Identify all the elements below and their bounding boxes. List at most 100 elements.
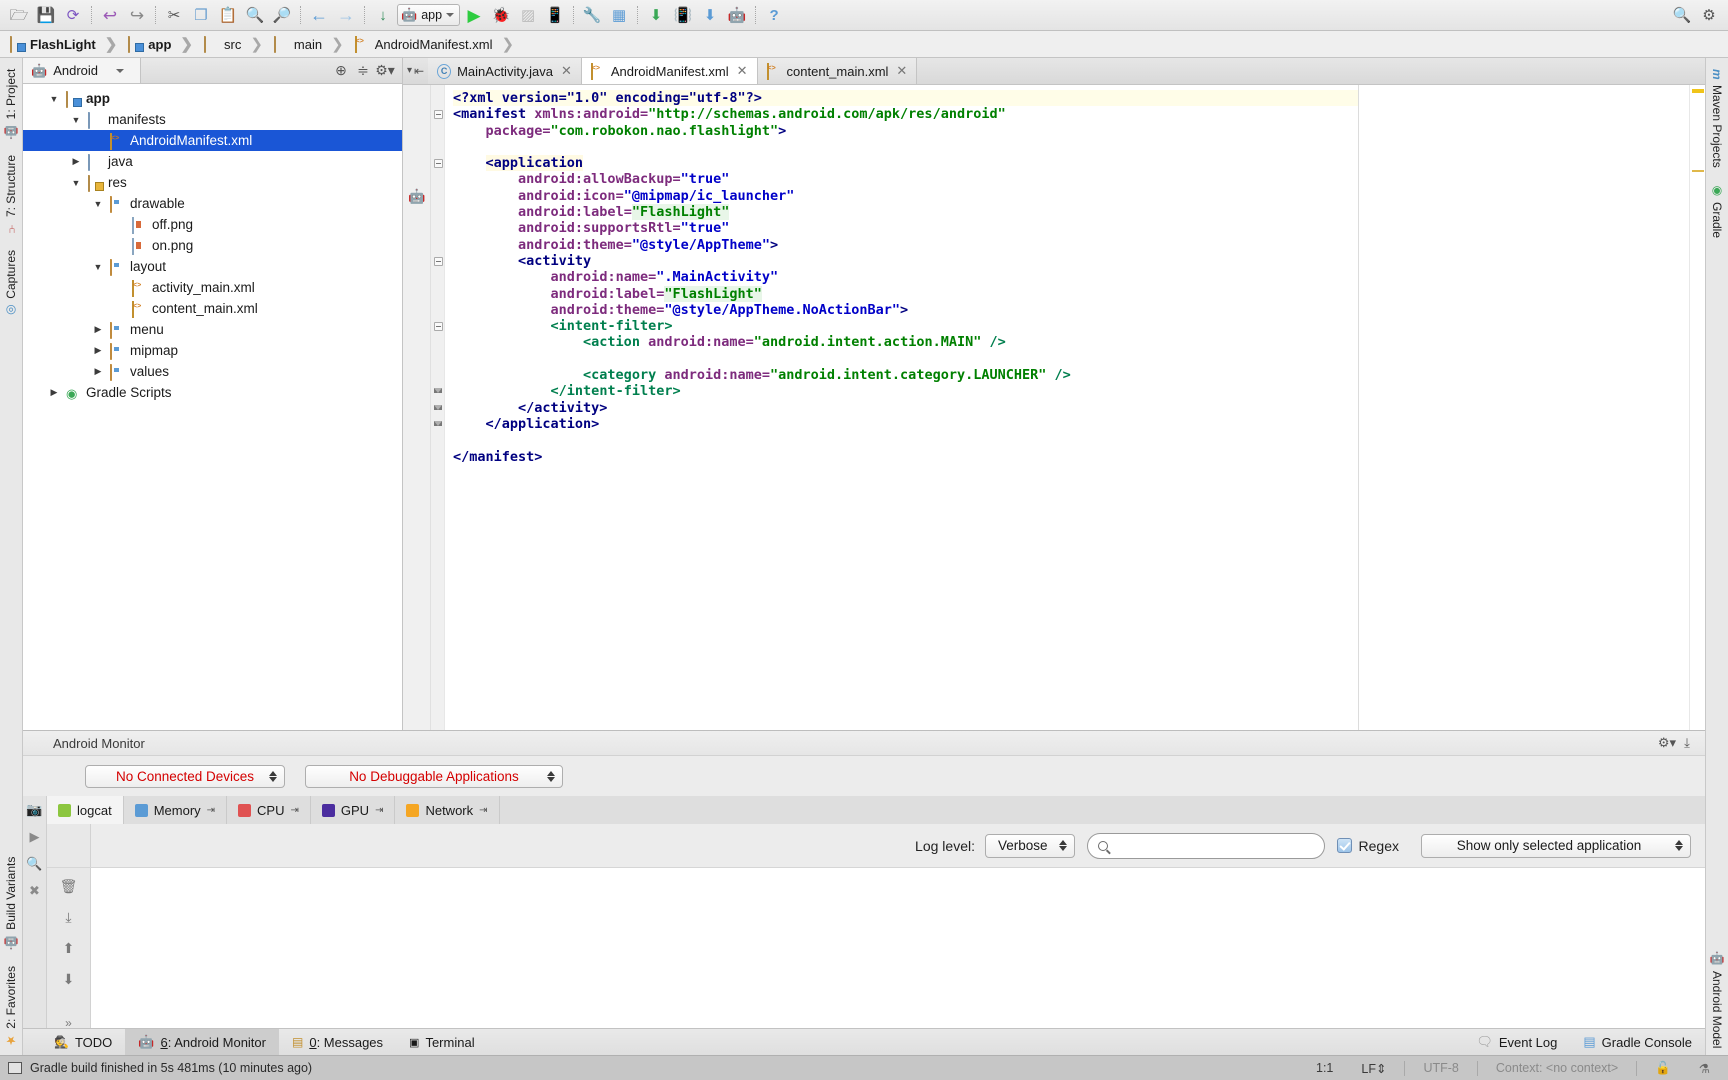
monitor-tab-memory[interactable]: Memory ⇥ — [123, 796, 228, 824]
help-icon[interactable]: ? — [761, 3, 787, 28]
code-line[interactable]: <activity — [453, 253, 1358, 269]
tree-twisty-icon[interactable]: ▼ — [69, 115, 83, 125]
tree-node[interactable]: content_main.xml — [23, 298, 402, 319]
detach-icon[interactable]: ⇥ — [375, 805, 383, 816]
code-content[interactable]: <?xml version="1.0" encoding="utf-8"?> <m… — [445, 85, 1358, 730]
tree-twisty-icon[interactable]: ▶ — [91, 345, 105, 356]
sync-icon[interactable]: ⟳ — [60, 3, 86, 28]
attach-debugger-icon[interactable]: 📱 — [542, 3, 568, 28]
editor-tab-mainactivity[interactable]: C MainActivity.java ✕ — [428, 58, 582, 84]
scroll-up-icon[interactable]: ⬆ — [63, 940, 75, 957]
detach-icon[interactable]: ⇥ — [479, 805, 487, 816]
sidebar-item-project[interactable]: 🤖 1: Project — [2, 62, 20, 146]
code-line[interactable]: android:supportsRtl="true" — [453, 220, 1358, 236]
redo-icon[interactable]: ↪ — [124, 3, 150, 28]
code-line[interactable]: android:theme="@style/AppTheme"> — [453, 237, 1358, 253]
tree-twisty-icon[interactable]: ▼ — [47, 94, 61, 104]
encoding-selector[interactable]: UTF-8 — [1413, 1061, 1468, 1075]
fold-marker-icon[interactable] — [434, 404, 443, 413]
code-line[interactable]: package="com.robokon.nao.flashlight"> — [453, 123, 1358, 139]
log-level-selector[interactable]: Verbose — [984, 833, 1075, 858]
code-line[interactable]: </manifest> — [453, 449, 1358, 465]
code-line[interactable] — [453, 432, 1358, 448]
code-line[interactable] — [453, 139, 1358, 155]
collapse-all-icon[interactable]: ≑ — [352, 60, 374, 82]
code-line[interactable]: <category android:name="android.intent.c… — [453, 367, 1358, 383]
code-line[interactable]: android:theme="@style/AppTheme.NoActionB… — [453, 302, 1358, 318]
code-line[interactable]: android:label="FlashLight" — [453, 285, 1358, 302]
fold-marker-icon[interactable] — [434, 387, 443, 396]
settings-icon[interactable]: ⚙ — [1696, 3, 1722, 28]
tree-twisty-icon[interactable]: ▶ — [91, 366, 105, 377]
sync-gradle-icon[interactable]: ⬇ — [643, 3, 669, 28]
tree-node[interactable]: ▶ ◉ Gradle Scripts — [23, 382, 402, 403]
breadcrumb-item-main[interactable]: main ❯ — [272, 31, 353, 58]
undo-icon[interactable]: ↩ — [97, 3, 123, 28]
logcat-search-field[interactable] — [1086, 832, 1325, 859]
code-line[interactable]: </activity> — [453, 400, 1358, 416]
fold-marker-icon[interactable] — [434, 257, 443, 266]
sidebar-item-structure[interactable]: ⑂ 7: Structure — [2, 148, 20, 241]
bottom-tab-gradle-console[interactable]: ▤ Gradle Console — [1570, 1029, 1705, 1056]
sidebar-item-maven-projects[interactable]: m Maven Projects — [1708, 62, 1726, 174]
logcat-filter-selector[interactable]: Show only selected application — [1421, 833, 1691, 858]
tree-node[interactable]: ▼ layout — [23, 256, 402, 277]
editor-gutter[interactable]: 🤖 — [403, 85, 431, 730]
screen-record-icon[interactable]: ▶ — [30, 829, 40, 845]
process-selector[interactable]: No Debuggable Applications — [305, 764, 563, 788]
code-line[interactable]: <application — [453, 155, 1358, 172]
tree-twisty-icon[interactable]: ▼ — [69, 178, 83, 188]
coverage-icon[interactable]: ▨ — [515, 3, 541, 28]
tree-node[interactable]: ▼ res — [23, 172, 402, 193]
monitor-tab-cpu[interactable]: CPU ⇥ — [227, 796, 311, 824]
fold-marker-icon[interactable] — [434, 159, 443, 169]
detach-icon[interactable]: ⇥ — [207, 805, 215, 816]
tree-twisty-icon[interactable]: ▼ — [91, 262, 105, 272]
caret-position[interactable]: 1:1 — [1306, 1061, 1343, 1075]
stripe-change-mark[interactable] — [1692, 170, 1704, 172]
tree-node[interactable]: activity_main.xml — [23, 277, 402, 298]
project-view-selector[interactable]: 🤖 Android — [23, 58, 141, 83]
find-icon[interactable]: 🔍 — [242, 3, 268, 28]
tree-node[interactable]: ▶ values — [23, 361, 402, 382]
monitor-tab-gpu[interactable]: GPU ⇥ — [310, 796, 396, 824]
detach-icon[interactable]: ⇥ — [291, 805, 299, 816]
sidebar-item-captures[interactable]: ◎ Captures — [2, 243, 20, 325]
tree-twisty-icon[interactable]: ▶ — [91, 324, 105, 335]
tree-node[interactable]: ▼ drawable — [23, 193, 402, 214]
project-tree[interactable]: ▼app▼manifestsAndroidManifest.xml▶java▼r… — [23, 84, 402, 730]
breadcrumb-item-app[interactable]: app ❯ — [126, 31, 202, 58]
regex-checkbox[interactable] — [1336, 838, 1352, 853]
code-line[interactable]: android:name=".MainActivity" — [453, 269, 1358, 285]
tree-node[interactable]: ▼ app — [23, 88, 402, 109]
sdk-update-icon[interactable]: ⬇ — [697, 3, 723, 28]
close-icon[interactable]: ✕ — [737, 63, 748, 79]
back-icon[interactable]: ← — [306, 3, 332, 28]
fold-marker-icon[interactable] — [434, 110, 443, 120]
monitor-minimize-icon[interactable]: ⤓ — [1677, 735, 1697, 751]
clear-logcat-icon[interactable]: 🗑 — [60, 878, 78, 895]
tree-node[interactable]: ▼ manifests — [23, 109, 402, 130]
editor-tab-androidmanifest[interactable]: AndroidManifest.xml ✕ — [581, 58, 758, 84]
code-line[interactable]: <action android:name="android.intent.act… — [453, 334, 1358, 350]
sidebar-item-build-variants[interactable]: 🤖 Build Variants — [2, 850, 20, 957]
device-selector[interactable]: No Connected Devices — [85, 764, 285, 788]
avd-manager-icon[interactable]: ▦ — [606, 3, 632, 28]
code-folding-column[interactable] — [431, 85, 445, 730]
tree-twisty-icon[interactable]: ▶ — [69, 156, 83, 167]
monitor-tab-logcat[interactable]: logcat — [47, 796, 124, 824]
breadcrumb-item-flashlight[interactable]: FlashLight ❯ — [8, 31, 126, 58]
tree-node[interactable]: ▶ mipmap — [23, 340, 402, 361]
fold-marker-icon[interactable] — [434, 420, 443, 429]
tree-node[interactable]: AndroidManifest.xml — [23, 130, 402, 151]
code-line[interactable]: android:allowBackup="true" — [453, 171, 1358, 187]
cut-icon[interactable]: ✂ — [161, 3, 187, 28]
android-device-icon[interactable]: 🤖 — [724, 3, 750, 28]
paste-icon[interactable]: 📋 — [215, 3, 241, 28]
tree-twisty-icon[interactable]: ▼ — [91, 199, 105, 209]
search-everywhere-icon[interactable]: 🔍 — [1669, 3, 1695, 28]
code-line[interactable]: <intent-filter> — [453, 318, 1358, 334]
bottom-tab-event-log[interactable]: 🗨 Event Log — [1463, 1029, 1570, 1056]
tree-twisty-icon[interactable]: ▶ — [47, 387, 61, 398]
copy-icon[interactable]: ❐ — [188, 3, 214, 28]
